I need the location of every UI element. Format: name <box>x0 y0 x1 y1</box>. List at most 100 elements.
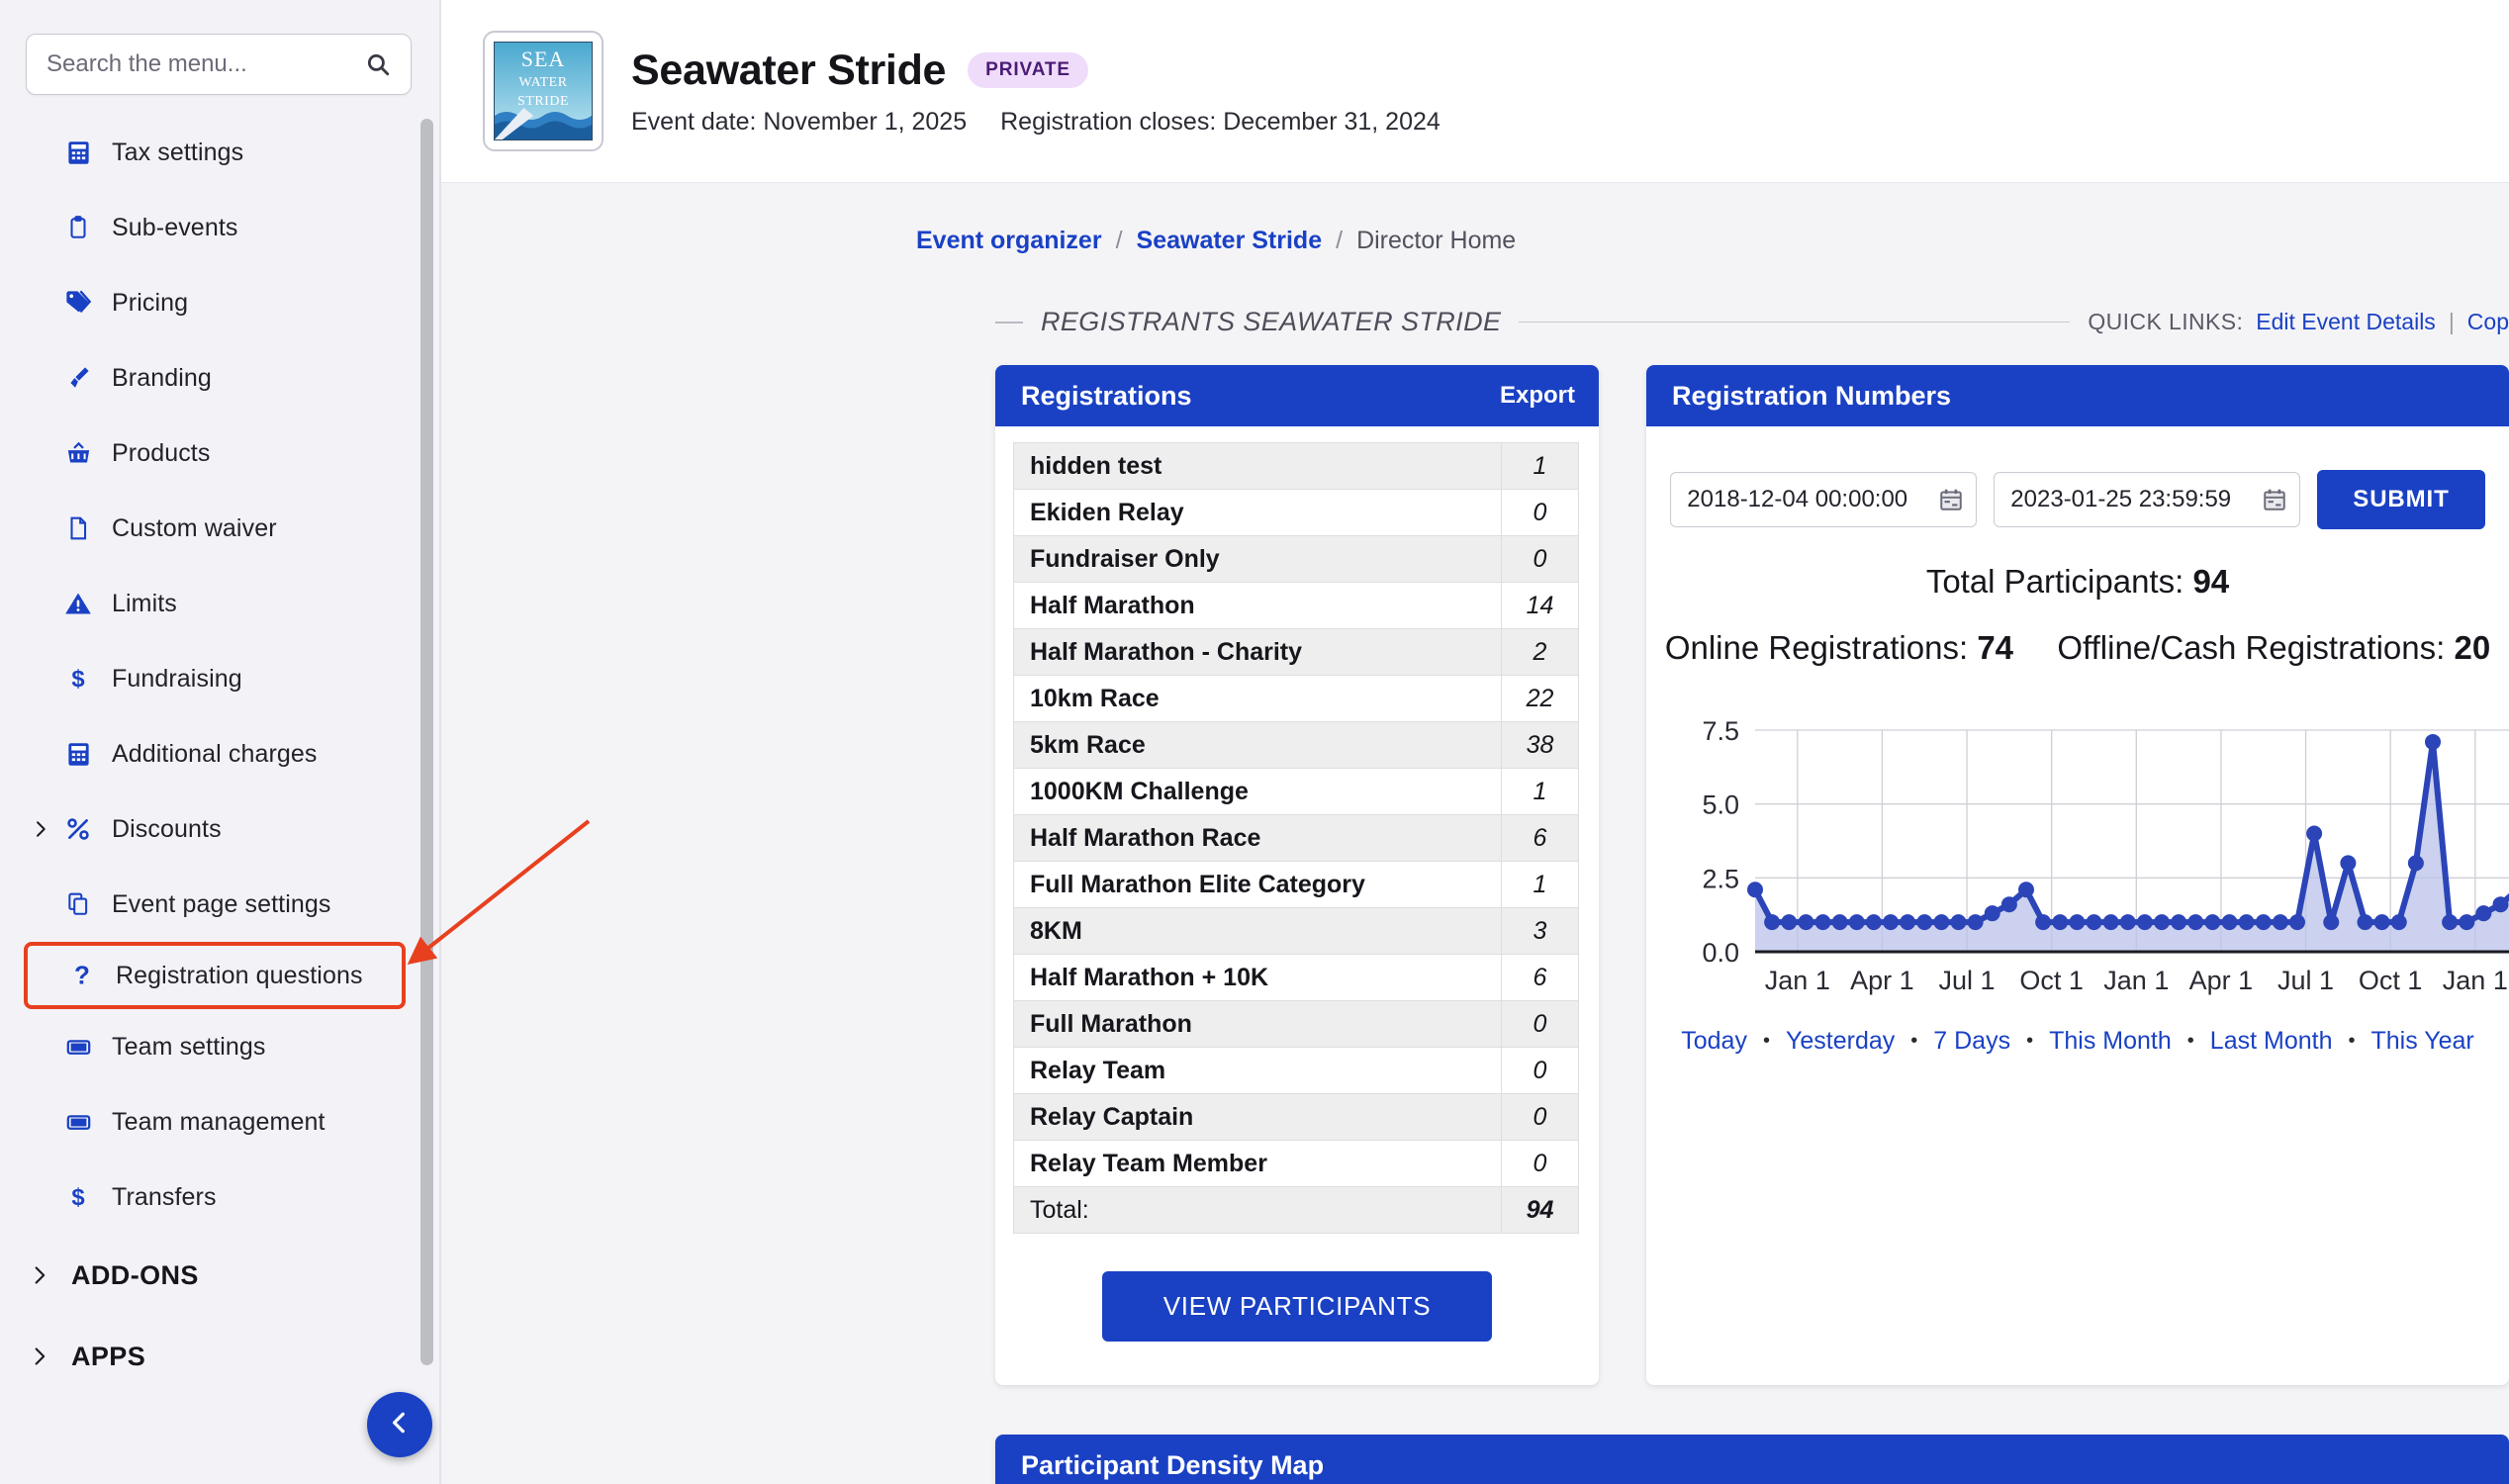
online-registrations-value: 74 <box>1977 629 2013 666</box>
registration-category-name: Total: <box>1014 1187 1502 1234</box>
quick-links-label: QUICK LINKS: <box>2088 309 2243 335</box>
table-row: Relay Captain0 <box>1014 1094 1579 1141</box>
sidebar-item-registration-questions[interactable]: ? Registration questions <box>24 942 406 1009</box>
table-row: Fundraiser Only0 <box>1014 536 1579 583</box>
view-participants-button[interactable]: VIEW PARTICIPANTS <box>1102 1271 1493 1342</box>
sidebar-item-team-management[interactable]: Team management <box>0 1084 441 1159</box>
chart-data-point <box>2358 914 2373 930</box>
logo-waves-icon <box>495 100 592 139</box>
search-input[interactable] <box>46 50 365 78</box>
submit-button[interactable]: SUBMIT <box>2317 470 2484 529</box>
chart-data-point <box>2069 914 2085 930</box>
range-link-separator: • <box>2026 1030 2033 1053</box>
range-link-yesterday[interactable]: Yesterday <box>1786 1027 1895 1056</box>
offline-registrations-label: Offline/Cash Registrations: <box>2057 629 2445 666</box>
quick-link-copy[interactable]: Cop <box>2467 309 2509 335</box>
status-badge: PRIVATE <box>968 52 1088 88</box>
section-title: REGISTRANTS SEAWATER STRIDE <box>1023 307 1519 337</box>
chart-data-point <box>1985 905 2000 921</box>
dollar-icon: $ <box>61 664 95 694</box>
sidebar-scrollbar[interactable] <box>420 119 433 1365</box>
sidebar-section-add-ons[interactable]: ADD-ONS <box>0 1235 441 1316</box>
event-topbar: SEA WATER STRIDE Seawater Stride PRIVATE <box>441 0 2509 183</box>
sidebar-item-label: Transfers <box>112 1183 217 1212</box>
registration-category-count: 3 <box>1502 908 1579 955</box>
online-registrations-label: Online Registrations: <box>1665 629 1968 666</box>
chart-data-point <box>2171 914 2186 930</box>
chart-x-tick-label: Jul 1 <box>1939 966 1996 995</box>
end-date-input[interactable] <box>2010 486 2258 513</box>
registration-category-count: 0 <box>1502 1001 1579 1048</box>
chevron-right-icon <box>30 1346 49 1366</box>
sidebar-item-label: Event page settings <box>112 890 331 919</box>
sidebar-item-limits[interactable]: Limits <box>0 566 441 641</box>
chart-data-point <box>2087 914 2102 930</box>
chart-y-tick-label: 0.0 <box>1702 938 1739 968</box>
chart-data-point <box>2187 914 2203 930</box>
offline-registrations-value: 20 <box>2454 629 2490 666</box>
registrations-card-header: Registrations Export <box>995 365 1599 426</box>
range-link-this-year[interactable]: This Year <box>2371 1027 2474 1056</box>
quick-links: QUICK LINKS: Edit Event Details | Cop <box>2070 309 2509 335</box>
end-date-field[interactable] <box>1994 472 2300 527</box>
sidebar-item-label: Team settings <box>112 1033 266 1062</box>
breadcrumb: Event organizer / Seawater Stride / Dire… <box>441 183 2509 255</box>
sidebar-item-event-page-settings[interactable]: Event page settings <box>0 867 441 942</box>
export-button[interactable]: Export <box>1500 382 1575 410</box>
sidebar-item-transfers[interactable]: $ Transfers <box>0 1159 441 1235</box>
sidebar-item-branding[interactable]: Branding <box>0 340 441 416</box>
registration-category-name: Relay Team Member <box>1014 1141 1502 1187</box>
view-participants-wrap: VIEW PARTICIPANTS <box>995 1234 1599 1385</box>
sidebar-item-sub-events[interactable]: Sub-events <box>0 190 441 265</box>
range-link-this-month[interactable]: This Month <box>2049 1027 2172 1056</box>
chart-data-point <box>2425 734 2441 750</box>
range-link-separator: • <box>2348 1030 2355 1053</box>
chart-y-tick-label: 5.0 <box>1702 790 1739 820</box>
sidebar-item-team-settings[interactable]: Team settings <box>0 1009 441 1084</box>
sidebar-item-discounts[interactable]: Discounts <box>0 791 441 867</box>
sidebar-item-pricing[interactable]: Pricing <box>0 265 441 340</box>
sidebar-item-label: Tax settings <box>112 139 243 167</box>
breadcrumb-item-seawater-stride[interactable]: Seawater Stride <box>1137 227 1323 255</box>
table-row: Relay Team Member0 <box>1014 1141 1579 1187</box>
range-link-last-month[interactable]: Last Month <box>2210 1027 2333 1056</box>
sidebar-item-label: Discounts <box>112 815 222 844</box>
chart-y-tick-label: 7.5 <box>1702 716 1739 746</box>
sidebar-item-label: Additional charges <box>112 740 318 769</box>
sidebar-section-apps[interactable]: APPS <box>0 1316 441 1397</box>
quick-link-edit-event-details[interactable]: Edit Event Details <box>2256 309 2436 335</box>
logo-line-2: WATER <box>518 75 567 91</box>
tag-icon <box>61 288 95 318</box>
table-row: Full Marathon Elite Category1 <box>1014 862 1579 908</box>
registration-category-count: 22 <box>1502 676 1579 722</box>
start-date-field[interactable] <box>1670 472 1977 527</box>
event-logo: SEA WATER STRIDE <box>483 31 604 151</box>
chart-data-point <box>2323 914 2339 930</box>
sidebar-item-custom-waiver[interactable]: Custom waiver <box>0 491 441 566</box>
chart-x-tick-label: Apr 1 <box>2189 966 2254 995</box>
chart-data-point <box>2137 914 2153 930</box>
registration-category-name: 8KM <box>1014 908 1502 955</box>
range-link-today[interactable]: Today <box>1681 1027 1747 1056</box>
calculator-icon <box>61 138 95 167</box>
chart-data-point <box>2035 914 2051 930</box>
range-link-separator: • <box>1910 1030 1917 1053</box>
chart-data-point <box>2204 914 2220 930</box>
start-date-input[interactable] <box>1687 486 1934 513</box>
range-link-7-days[interactable]: 7 Days <box>1933 1027 2010 1056</box>
sidebar-item-tax-settings[interactable]: Tax settings <box>0 115 441 190</box>
sidebar-item-additional-charges[interactable]: Additional charges <box>0 716 441 791</box>
sidebar-item-products[interactable]: Products <box>0 416 441 491</box>
search-box[interactable] <box>26 34 412 95</box>
chart-data-point <box>1951 914 1967 930</box>
sidebar-collapse-button[interactable] <box>367 1392 432 1457</box>
registration-numbers-card: Registration Numbers <box>1646 365 2509 1385</box>
breadcrumb-item-event-organizer[interactable]: Event organizer <box>916 227 1102 255</box>
calendar-icon[interactable] <box>2262 487 2287 512</box>
chart-data-point <box>2408 855 2424 871</box>
sidebar-item-fundraising[interactable]: $ Fundraising <box>0 641 441 716</box>
event-logo-art: SEA WATER STRIDE <box>494 42 593 140</box>
total-participants-value: 94 <box>2192 563 2229 600</box>
chart-data-point <box>1933 914 1949 930</box>
calendar-icon[interactable] <box>1938 487 1964 512</box>
